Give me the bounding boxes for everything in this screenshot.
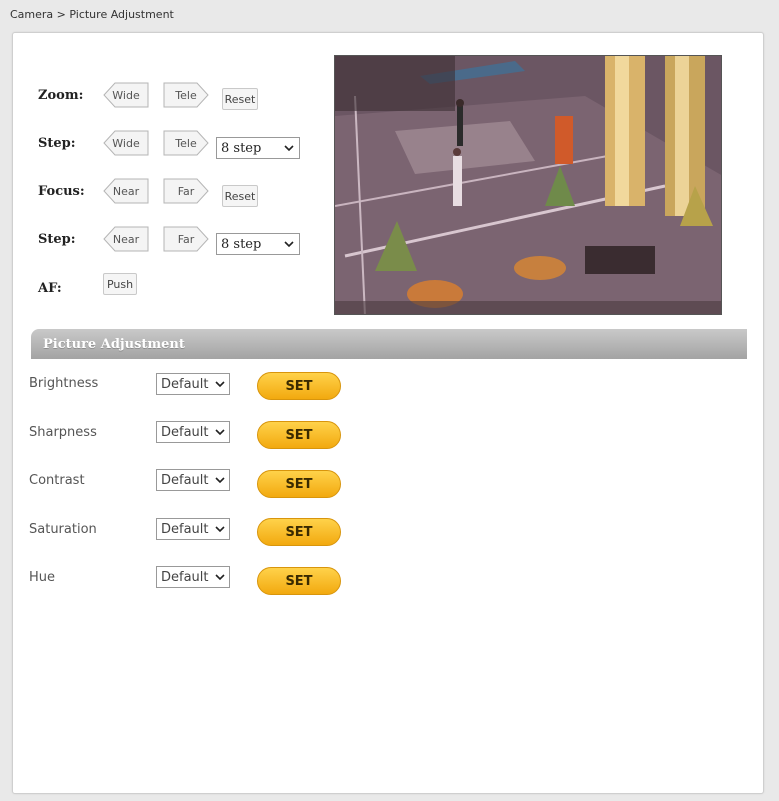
focus-step-near-label: Near <box>112 232 140 246</box>
hue-select[interactable]: Default <box>156 566 230 588</box>
focus-step-label: Step: <box>38 232 76 247</box>
zoom-step-value: 8 step <box>221 140 262 156</box>
focus-step-value: 8 step <box>221 236 262 252</box>
zoom-step-wide-button[interactable]: Wide <box>103 130 149 156</box>
hue-value: Default <box>161 569 209 585</box>
focus-step-near-button[interactable]: Near <box>103 226 149 252</box>
picture-adjustment-header: Picture Adjustment <box>31 329 747 359</box>
chevron-down-icon <box>215 429 225 436</box>
zoom-wide-label: Wide <box>112 88 140 102</box>
brightness-value: Default <box>161 376 209 392</box>
focus-near-label: Near <box>112 184 140 198</box>
saturation-set-button[interactable]: SET <box>257 518 341 546</box>
contrast-select[interactable]: Default <box>156 469 230 491</box>
af-label: AF: <box>38 281 62 296</box>
zoom-step-label: Step: <box>38 136 76 151</box>
zoom-step-wide-label: Wide <box>112 136 140 150</box>
zoom-step-select[interactable]: 8 step <box>216 137 300 159</box>
brightness-label: Brightness <box>29 376 99 391</box>
main-panel: Zoom: Wide Tele Reset Step: Wide Tele 8 … <box>12 32 764 794</box>
brightness-select[interactable]: Default <box>156 373 230 395</box>
camera-live-view <box>334 55 722 315</box>
saturation-label: Saturation <box>29 522 97 537</box>
chevron-down-icon <box>215 574 225 581</box>
hue-label: Hue <box>29 570 56 585</box>
hue-set-button[interactable]: SET <box>257 567 341 595</box>
chevron-down-icon <box>284 241 294 248</box>
sharpness-set-button[interactable]: SET <box>257 421 341 449</box>
zoom-wide-button[interactable]: Wide <box>103 82 149 108</box>
zoom-tele-button[interactable]: Tele <box>163 82 209 108</box>
focus-near-button[interactable]: Near <box>103 178 149 204</box>
af-push-button[interactable]: Push <box>103 273 137 295</box>
chevron-down-icon <box>215 526 225 533</box>
contrast-label: Contrast <box>29 473 85 488</box>
saturation-value: Default <box>161 521 209 537</box>
zoom-reset-button[interactable]: Reset <box>222 88 258 110</box>
focus-step-select[interactable]: 8 step <box>216 233 300 255</box>
focus-step-far-button[interactable]: Far <box>163 226 209 252</box>
contrast-set-button[interactable]: SET <box>257 470 341 498</box>
saturation-select[interactable]: Default <box>156 518 230 540</box>
camera-scene-image <box>335 56 721 314</box>
brightness-set-button[interactable]: SET <box>257 372 341 400</box>
focus-label: Focus: <box>38 184 85 199</box>
sharpness-label: Sharpness <box>29 425 97 440</box>
zoom-step-tele-label: Tele <box>175 136 197 150</box>
focus-far-label: Far <box>177 184 195 198</box>
zoom-tele-label: Tele <box>175 88 197 102</box>
zoom-step-tele-button[interactable]: Tele <box>163 130 209 156</box>
sharpness-select[interactable]: Default <box>156 421 230 443</box>
focus-reset-button[interactable]: Reset <box>222 185 258 207</box>
sharpness-value: Default <box>161 424 209 440</box>
breadcrumb: Camera > Picture Adjustment <box>10 8 174 21</box>
focus-step-far-label: Far <box>177 232 195 246</box>
chevron-down-icon <box>215 381 225 388</box>
contrast-value: Default <box>161 472 209 488</box>
zoom-label: Zoom: <box>38 88 84 103</box>
chevron-down-icon <box>215 477 225 484</box>
chevron-down-icon <box>284 145 294 152</box>
focus-far-button[interactable]: Far <box>163 178 209 204</box>
